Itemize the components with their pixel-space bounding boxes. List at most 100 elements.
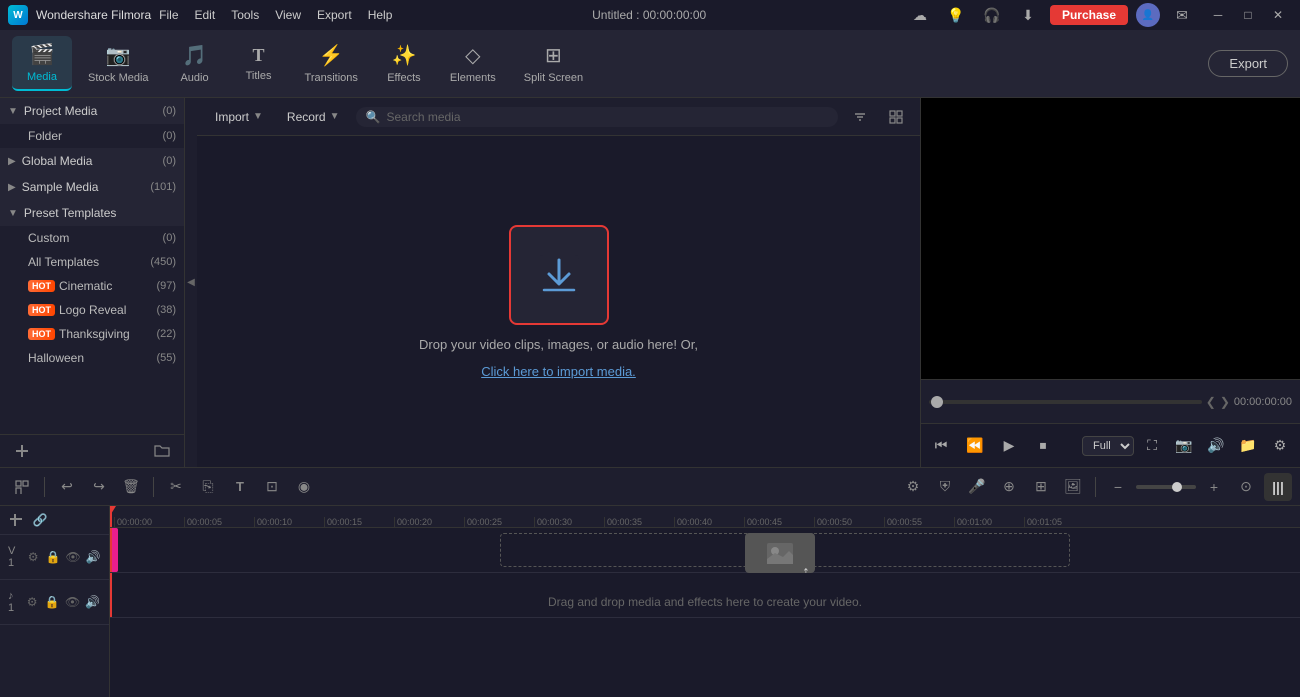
volume-button[interactable]: 🔊 <box>1202 432 1230 460</box>
import-link[interactable]: Click here to import media. <box>481 364 636 379</box>
menu-file[interactable]: File <box>159 8 178 22</box>
global-media-count: (0) <box>163 155 176 167</box>
thanksgiving-item[interactable]: HOT Thanksgiving (22) <box>0 322 184 346</box>
cinematic-item[interactable]: HOT Cinematic (97) <box>0 274 184 298</box>
audio-track-eye[interactable]: 👁 <box>64 592 80 612</box>
merge-button[interactable]: ⊕ <box>995 473 1023 501</box>
grid-view-button[interactable] <box>882 103 910 131</box>
layout-button[interactable] <box>8 473 36 501</box>
add-layer-button[interactable] <box>6 510 26 530</box>
fullscreen-button[interactable]: ⛶ <box>1138 432 1166 460</box>
drag-thumbnail[interactable] <box>745 533 815 573</box>
toolbar-audio[interactable]: 🎵 Audio <box>165 37 225 90</box>
close-button[interactable]: ✕ <box>1264 4 1292 26</box>
seek-bar[interactable] <box>929 400 1202 404</box>
toolbar-titles[interactable]: T Titles <box>229 39 289 88</box>
toolbar-transitions[interactable]: ⚡ Transitions <box>293 37 370 90</box>
purchase-button[interactable]: Purchase <box>1050 5 1128 25</box>
timeline-settings-button[interactable]: ⚙ <box>899 473 927 501</box>
folder-button[interactable] <box>148 439 176 463</box>
menu-export[interactable]: Export <box>317 8 352 22</box>
fit-button[interactable]: ⊙ <box>1232 473 1260 501</box>
logo-reveal-hot-badge: HOT <box>28 304 55 316</box>
timeline-image-button[interactable]: 🖼 <box>1059 473 1087 501</box>
sample-media-header[interactable]: ▶ Sample Media (101) <box>0 174 184 200</box>
seek-position <box>931 396 943 408</box>
audio-track-settings[interactable]: ⚙ <box>24 592 40 612</box>
record-button[interactable]: Record ▼ <box>279 106 348 128</box>
menu-tools[interactable]: Tools <box>231 8 259 22</box>
export-button[interactable]: Export <box>1208 50 1288 77</box>
headset-icon[interactable]: 🎧 <box>978 4 1006 26</box>
menu-edit[interactable]: Edit <box>195 8 216 22</box>
snapshot-button[interactable]: 📷 <box>1170 432 1198 460</box>
video-track-volume[interactable]: 🔊 <box>85 547 101 567</box>
notification-icon[interactable]: ✉ <box>1168 4 1196 26</box>
titles-label: Titles <box>246 70 272 82</box>
cinematic-label: Cinematic <box>59 279 112 293</box>
undo-button[interactable]: ↩ <box>53 473 81 501</box>
search-input[interactable] <box>386 110 828 124</box>
save-preview-button[interactable]: 📁 <box>1234 432 1262 460</box>
custom-template-item[interactable]: Custom (0) <box>0 226 184 250</box>
preset-templates-header[interactable]: ▼ Preset Templates <box>0 200 184 226</box>
shield-button[interactable]: ⛨ <box>931 473 959 501</box>
rewind-button[interactable]: ⏪ <box>961 432 989 460</box>
split-clip-button[interactable]: ⊡ <box>258 473 286 501</box>
filter-button[interactable] <box>846 103 874 131</box>
add-new-button[interactable] <box>8 439 36 463</box>
prev-frame-button[interactable]: ⏮ <box>927 432 955 460</box>
delete-button[interactable]: 🗑 <box>117 473 145 501</box>
zoom-in-button[interactable]: + <box>1200 473 1228 501</box>
zoom-slider[interactable] <box>1136 485 1196 489</box>
thanksgiving-label: Thanksgiving <box>59 327 130 341</box>
copy-button[interactable]: ⎘ <box>194 473 222 501</box>
zoom-out-button[interactable]: − <box>1104 473 1132 501</box>
ruler-playhead <box>110 506 112 527</box>
play-button[interactable]: ▶ <box>995 432 1023 460</box>
link-button[interactable]: 🔗 <box>30 510 50 530</box>
bulb-icon[interactable]: 💡 <box>942 4 970 26</box>
toolbar-split[interactable]: ⊞ Split Screen <box>512 37 595 90</box>
logo-reveal-item[interactable]: HOT Logo Reveal (38) <box>0 298 184 322</box>
logo-reveal-count: (38) <box>156 304 176 316</box>
user-avatar[interactable]: 👤 <box>1136 3 1160 27</box>
preview-settings-button[interactable]: ⚙ <box>1266 432 1294 460</box>
menu-help[interactable]: Help <box>368 8 393 22</box>
quality-select[interactable]: Full 1/2 1/4 <box>1082 436 1134 456</box>
audio-track-lock[interactable]: 🔒 <box>44 592 60 612</box>
project-media-header[interactable]: ▼ Project Media (0) <box>0 98 184 124</box>
preview-seekbar: ❮ ❯ 00:00:00:00 <box>921 379 1300 423</box>
maximize-button[interactable]: □ <box>1234 4 1262 26</box>
timeline-extra-button[interactable]: ||| <box>1264 473 1292 501</box>
stop-button[interactable]: ⏹ <box>1029 432 1057 460</box>
folder-item[interactable]: Folder (0) <box>0 124 184 148</box>
global-media-header[interactable]: ▶ Global Media (0) <box>0 148 184 174</box>
download-icon[interactable]: ⬇ <box>1014 4 1042 26</box>
title-bar-left: W Wondershare Filmora File Edit Tools Vi… <box>8 5 392 25</box>
import-button[interactable]: Import ▼ <box>207 106 271 128</box>
halloween-item[interactable]: Halloween (55) <box>0 346 184 370</box>
cut-button[interactable]: ✂ <box>162 473 190 501</box>
menu-view[interactable]: View <box>275 8 301 22</box>
text-button[interactable]: T <box>226 473 254 501</box>
panel-collapse-handle[interactable]: ◀ <box>185 98 197 467</box>
cloud-icon[interactable]: ☁ <box>906 4 934 26</box>
video-track-lock[interactable]: 🔒 <box>45 547 61 567</box>
media-label: Media <box>27 71 57 83</box>
timeline-grid-button[interactable]: ⊞ <box>1027 473 1055 501</box>
redo-button[interactable]: ↪ <box>85 473 113 501</box>
toolbar-elements[interactable]: ◇ Elements <box>438 37 508 90</box>
audio-track-volume[interactable]: 🔊 <box>85 592 101 612</box>
minimize-button[interactable]: ─ <box>1204 4 1232 26</box>
toolbar-effects[interactable]: ✨ Effects <box>374 37 434 90</box>
all-templates-item[interactable]: All Templates (450) <box>0 250 184 274</box>
video-track-settings[interactable]: ⚙ <box>25 547 41 567</box>
folder-label: Folder <box>28 129 62 143</box>
mic-button[interactable]: 🎤 <box>963 473 991 501</box>
mark-button[interactable]: ◉ <box>290 473 318 501</box>
ruler-mark-10: 00:00:50 <box>814 517 884 527</box>
toolbar-media[interactable]: 🎬 Media <box>12 36 72 91</box>
toolbar-stock[interactable]: 📷 Stock Media <box>76 37 161 90</box>
video-track-eye[interactable]: 👁 <box>65 547 81 567</box>
